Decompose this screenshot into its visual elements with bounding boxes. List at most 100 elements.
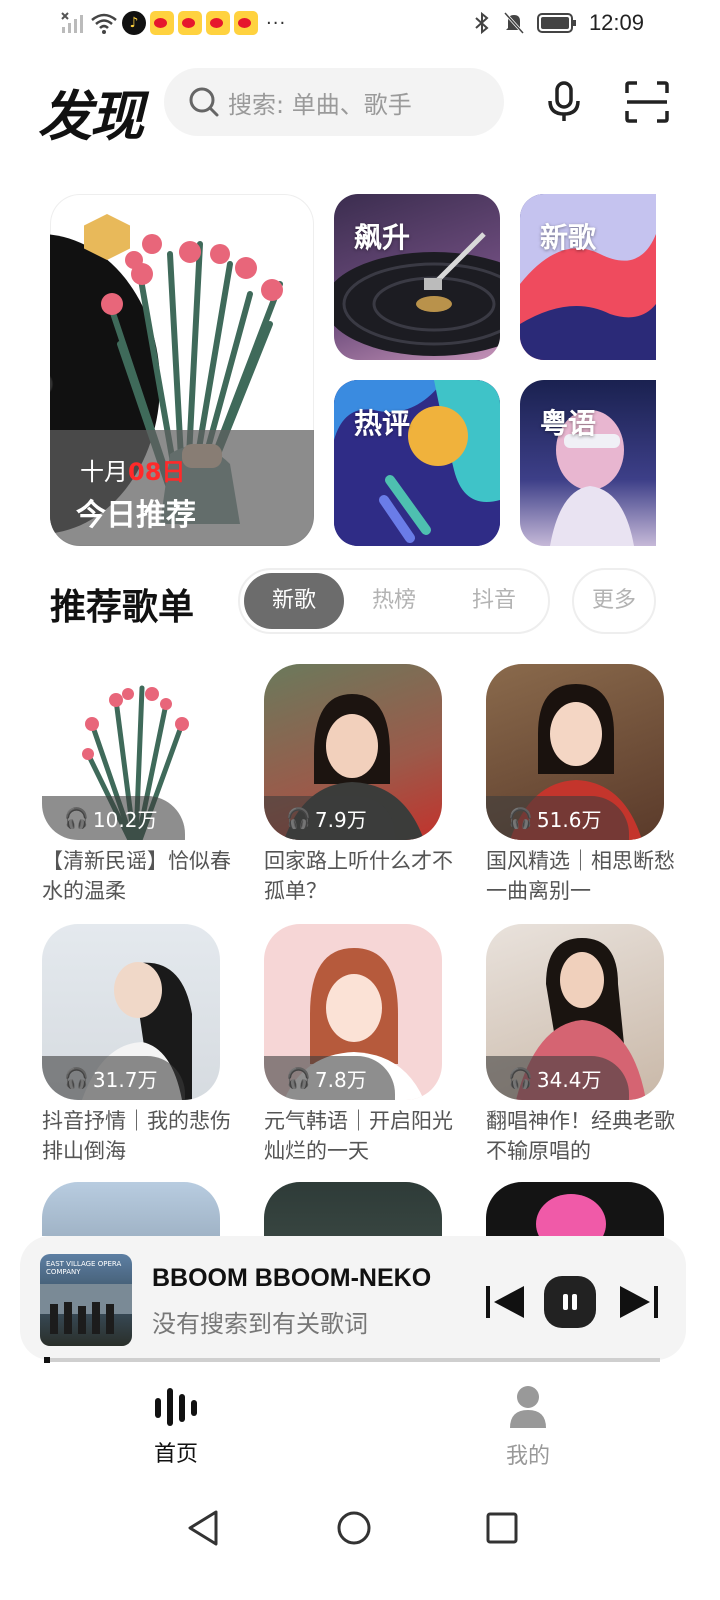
mini-player[interactable]: EAST VILLAGE OPERA COMPANY BBOOM BBOOM-N… [20,1236,686,1360]
next-button[interactable] [616,1282,660,1322]
tile-label: 粤语 [540,407,597,440]
status-bar: ♪ ··· 12:09 [0,0,720,48]
band-photo-image [40,1284,132,1334]
playlist-cover: 🎧 7.8万 [264,924,442,1100]
status-right-icons: 12:09 [473,10,644,36]
playlist-card[interactable] [486,1182,664,1236]
playlist-card[interactable] [264,1182,442,1236]
nav-home[interactable]: 首页 [116,1384,236,1468]
play-count: 34.4万 [536,1067,602,1092]
tile-rise-chart[interactable]: 飙升 [334,194,500,360]
signal-off-icon [61,12,83,33]
nav-mine[interactable]: 我的 [468,1384,588,1470]
voice-search-button[interactable] [540,78,588,126]
system-back-icon[interactable] [184,1508,224,1548]
play-count-badge: 🎧 51.6万 [486,796,630,840]
playlist-title: 回家路上听什么才不孤单？ [264,849,453,903]
playlist-cover [486,1182,664,1236]
lyric-line: 没有搜索到有关歌词 [152,1310,368,1338]
banner-date: 十月08日 [80,452,185,487]
weibo-icon [150,11,174,35]
battery-icon [536,13,576,33]
playlist-cover: 🎧 7.9万 [264,664,442,840]
headphones-icon: 🎧 [64,1066,89,1090]
play-count: 7.8万 [314,1067,367,1092]
playlist-card[interactable]: 🎧 51.6万 国风精选｜相思断愁一曲离别一 [486,664,675,906]
play-count: 51.6万 [536,807,602,832]
weibo-icon [178,11,202,35]
playlist-title: 抖音抒情｜我的悲伤排山倒海 [42,1109,231,1163]
tile-hot-comments[interactable]: 热评 [334,380,500,546]
daily-recommend-banner[interactable]: 十月08日 今日推荐 [50,194,314,546]
tab-hot-list[interactable]: 热榜 [344,573,444,629]
playlist-card[interactable]: 🎧 34.4万 翻唱神作！经典老歌不输原唱的 [486,924,675,1166]
banner-title: 今日推荐 [76,498,196,533]
play-count: 7.9万 [314,807,367,832]
play-count-badge: 🎧 10.2万 [42,796,186,840]
tile-new-songs[interactable]: 新歌 [520,194,656,360]
tile-label: 飙升 [354,221,411,254]
tab-douyin[interactable]: 抖音 [444,573,544,629]
scan-button[interactable] [622,78,672,126]
system-recents-icon[interactable] [482,1508,522,1548]
home-waveform-icon [155,1388,197,1426]
headphones-icon: 🎧 [508,806,533,830]
bluetooth-icon [475,11,489,35]
tile-label: 热评 [354,407,411,440]
playlist-title: 国风精选｜相思断愁一曲离别一 [486,849,675,903]
tile-cantonese[interactable]: 粤语 [520,380,656,546]
playlist-cover [264,1182,442,1236]
page-title: 发现 [38,85,144,148]
search-input[interactable]: 搜索: 单曲、歌手 [164,68,504,136]
status-left-icons: ♪ ··· [60,10,286,36]
play-count-badge: 🎧 34.4万 [486,1056,630,1100]
playlist-card[interactable]: 🎧 7.9万 回家路上听什么才不孤单？ [264,664,453,906]
weibo-icon [234,11,258,35]
tab-new-songs[interactable]: 新歌 [244,573,344,629]
album-cover: EAST VILLAGE OPERA COMPANY [40,1254,132,1346]
play-count: 31.7万 [92,1067,158,1092]
song-title: BBOOM BBOOM-NEKO [152,1264,432,1292]
playlist-title: 【清新民谣】恰似春水的温柔 [42,849,231,903]
nav-home-label: 首页 [153,1442,198,1467]
playlist-cover: 🎧 34.4万 [486,924,664,1100]
headphones-icon: 🎧 [64,806,89,830]
playlist-category-tabs: 新歌 热榜 抖音 [238,568,550,634]
playlist-title: 翻唱神作！经典老歌不输原唱的 [486,1109,675,1163]
previous-button[interactable] [484,1282,528,1322]
playlist-cover: 🎧 51.6万 [486,664,664,840]
tiktok-icon: ♪ [122,11,146,35]
microphone-icon [548,81,580,121]
playback-progress-fill [44,1357,50,1363]
headphones-icon: 🎧 [286,1066,311,1090]
play-count-badge: 🎧 31.7万 [42,1056,186,1100]
playlist-card[interactable]: 🎧 10.2万 【清新民谣】恰似春水的温柔 [42,664,231,906]
playlist-cover: 🎧 31.7万 [42,924,220,1100]
pause-icon [563,1294,577,1310]
more-dots-icon: ··· [266,12,287,34]
play-count-badge: 🎧 7.9万 [264,796,395,840]
section-title: 推荐歌单 [50,587,195,628]
playlist-card[interactable] [42,1182,220,1236]
play-count: 10.2万 [92,807,158,832]
headphones-icon: 🎧 [508,1066,533,1090]
playlist-card[interactable]: 🎧 7.8万 元气韩语｜开启阳光灿烂的一天 [264,924,453,1166]
weibo-icon [206,11,230,35]
nav-mine-label: 我的 [505,1444,550,1469]
playlist-cover [42,1182,220,1236]
user-icon [510,1386,546,1428]
tile-label: 新歌 [540,221,597,254]
clock: 12:09 [588,10,644,35]
search-icon [189,87,219,117]
more-button[interactable]: 更多 [572,568,656,634]
playlist-card[interactable]: 🎧 31.7万 抖音抒情｜我的悲伤排山倒海 [42,924,231,1166]
system-home-icon[interactable] [334,1508,374,1548]
pause-button[interactable] [544,1276,596,1328]
search-placeholder: 搜索: 单曲、歌手 [228,90,412,119]
playback-progress-track[interactable] [44,1358,660,1362]
banner-month: 十月 [80,458,128,486]
headphones-icon: 🎧 [286,806,311,830]
play-count-badge: 🎧 7.8万 [264,1056,395,1100]
scan-icon [625,81,669,123]
playlist-title: 元气韩语｜开启阳光灿烂的一天 [264,1109,453,1163]
